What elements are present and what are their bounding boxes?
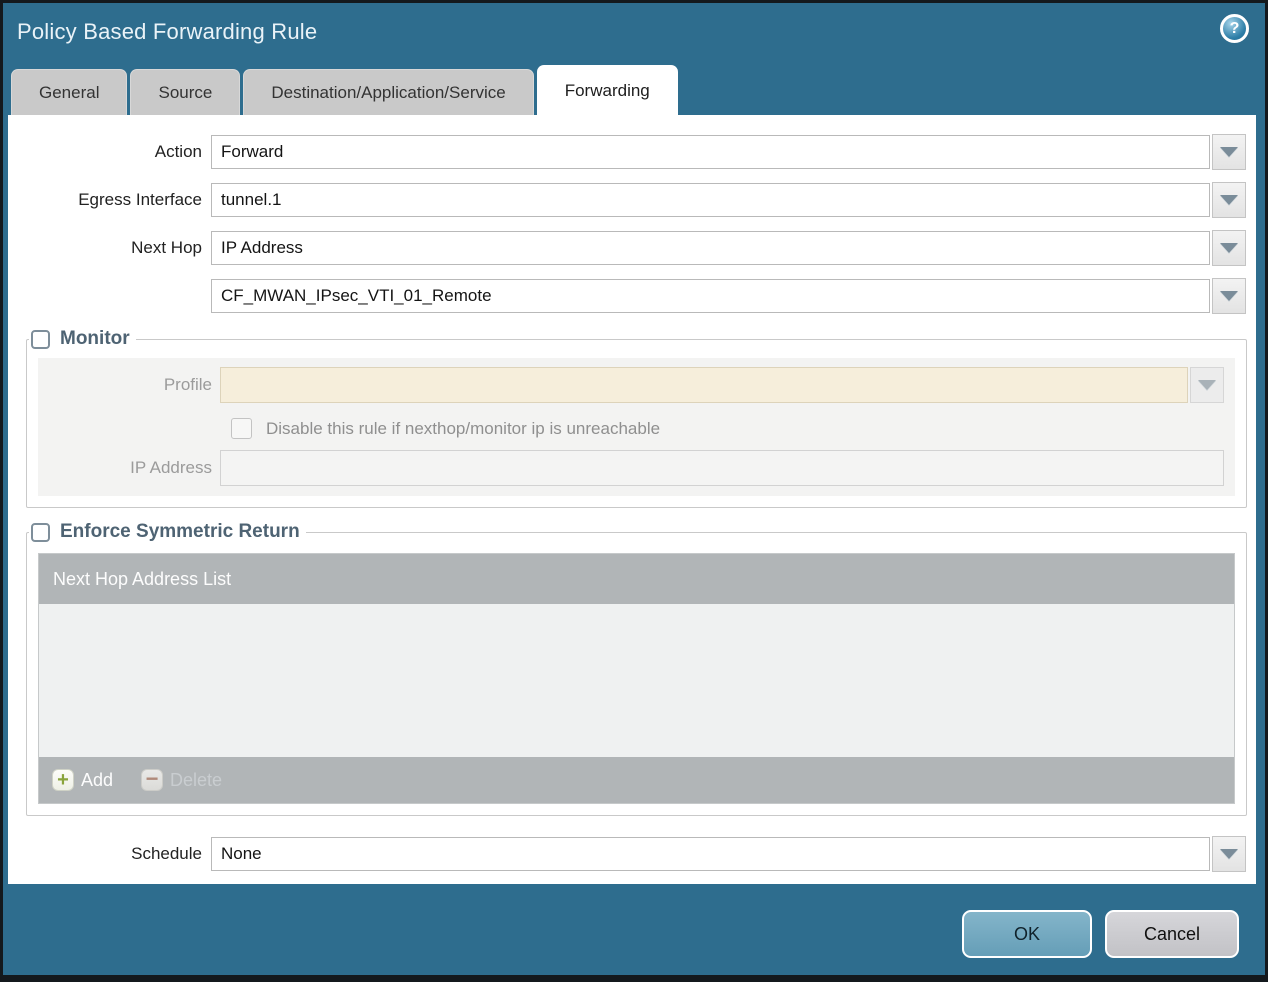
schedule-dropdown-button[interactable]	[1212, 836, 1246, 872]
dialog-title: Policy Based Forwarding Rule	[17, 19, 318, 44]
delete-button-label: Delete	[170, 769, 223, 790]
monitor-legend: Monitor	[29, 328, 136, 350]
enforce-symmetric-return-section: Enforce Symmetric Return Next Hop Addres…	[26, 521, 1247, 816]
monitor-section: Monitor Profile Disable this rule if nex…	[26, 328, 1247, 508]
next-hop-address-list-body[interactable]	[39, 604, 1234, 757]
title-bar: Policy Based Forwarding Rule ?	[3, 3, 1265, 63]
ok-button-label: OK	[1013, 923, 1040, 944]
next-hop-label: Next Hop	[131, 238, 202, 257]
enforce-symmetric-return-legend: Enforce Symmetric Return	[29, 521, 306, 543]
plus-icon: +	[52, 769, 74, 791]
monitor-ip-address-input	[220, 450, 1224, 486]
action-dropdown-button[interactable]	[1212, 134, 1246, 170]
action-label: Action	[154, 142, 202, 161]
next-hop-address-select	[211, 278, 1246, 314]
help-icon[interactable]: ?	[1220, 14, 1249, 43]
monitor-legend-label: Monitor	[60, 328, 130, 349]
next-hop-address-list-table: Next Hop Address List + Add − Delete	[38, 553, 1235, 804]
tab-source[interactable]: Source	[130, 69, 241, 115]
policy-based-forwarding-rule-dialog: Policy Based Forwarding Rule ? General S…	[0, 0, 1268, 982]
chevron-down-icon	[1198, 380, 1216, 390]
tab-forwarding-label: Forwarding	[564, 80, 650, 100]
action-select	[211, 134, 1246, 170]
egress-interface-dropdown-button[interactable]	[1212, 182, 1246, 218]
next-hop-address-list-toolbar: + Add − Delete	[39, 757, 1234, 803]
profile-select	[220, 367, 1224, 403]
profile-label: Profile	[163, 375, 212, 394]
enforce-symmetric-return-checkbox[interactable]	[31, 522, 50, 542]
add-button[interactable]: + Add	[52, 769, 113, 791]
add-button-label: Add	[81, 769, 114, 790]
chevron-down-icon	[1220, 195, 1238, 205]
next-hop-dropdown-button[interactable]	[1212, 230, 1246, 266]
schedule-select	[211, 836, 1246, 872]
tab-forwarding[interactable]: Forwarding	[536, 65, 678, 115]
cancel-button-label: Cancel	[1143, 923, 1201, 944]
monitor-checkbox[interactable]	[31, 329, 50, 349]
next-hop-address-dropdown-button[interactable]	[1212, 278, 1246, 314]
profile-value	[220, 367, 1188, 403]
egress-interface-label: Egress Interface	[78, 190, 202, 209]
disable-rule-checkbox	[231, 418, 252, 439]
next-hop-select	[211, 230, 1246, 266]
forwarding-tab-panel: Action Egress Interface Next Hop	[8, 115, 1256, 884]
cancel-button[interactable]: Cancel	[1105, 910, 1239, 958]
chevron-down-icon	[1220, 291, 1238, 301]
next-hop-address-value[interactable]	[211, 279, 1210, 313]
schedule-label: Schedule	[131, 844, 202, 863]
profile-dropdown-button	[1190, 367, 1224, 403]
chevron-down-icon	[1220, 243, 1238, 253]
enforce-symmetric-return-legend-label: Enforce Symmetric Return	[60, 521, 300, 542]
chevron-down-icon	[1220, 147, 1238, 157]
tab-source-label: Source	[158, 82, 213, 102]
delete-button: − Delete	[141, 768, 223, 791]
tab-destination-application-service[interactable]: Destination/Application/Service	[243, 69, 534, 115]
monitor-ip-address-label: IP Address	[130, 458, 212, 477]
egress-interface-select	[211, 182, 1246, 218]
schedule-value[interactable]	[211, 837, 1210, 871]
tab-bar: General Source Destination/Application/S…	[3, 63, 1265, 115]
action-value[interactable]	[211, 135, 1210, 169]
minus-icon: −	[141, 768, 164, 791]
ok-button[interactable]: OK	[962, 910, 1092, 958]
next-hop-address-list-header: Next Hop Address List	[39, 554, 1234, 604]
tab-destination-application-service-label: Destination/Application/Service	[271, 82, 506, 102]
disable-rule-checkbox-label: Disable this rule if nexthop/monitor ip …	[266, 418, 661, 438]
tab-general[interactable]: General	[11, 69, 128, 115]
egress-interface-value[interactable]	[211, 183, 1210, 217]
dialog-footer: OK Cancel	[3, 884, 1265, 958]
tab-general-label: General	[39, 82, 100, 102]
monitor-panel: Profile Disable this rule if nexthop/mon…	[38, 358, 1235, 496]
chevron-down-icon	[1220, 849, 1238, 859]
next-hop-value[interactable]	[211, 231, 1210, 265]
